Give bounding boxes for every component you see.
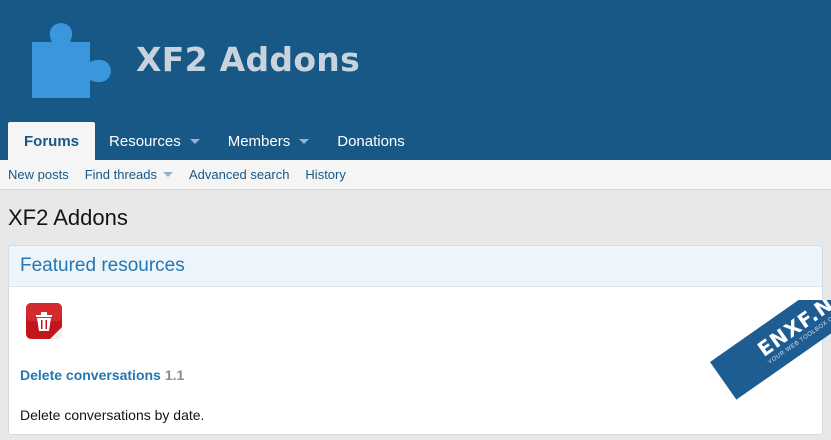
tab-donations[interactable]: Donations [323,122,419,160]
subnav-find-threads-label: Find threads [84,167,157,182]
main-nav: Forums Resources Members Donations [0,122,419,160]
subnav-advanced-search[interactable]: Advanced search [189,167,289,182]
resource-version: 1.1 [164,367,185,383]
chevron-down-icon[interactable] [162,172,173,177]
featured-resources-block: Featured resources Delete conversations 1… [8,245,823,435]
subnav-history-label: History [305,167,346,182]
resource-description: Delete conversations by date. [20,407,205,423]
site-logo-text[interactable]: XF2 Addons [136,40,360,79]
featured-resources-heading-label: Featured resources [20,255,185,276]
tab-members[interactable]: Members [214,122,324,160]
tab-donations-label: Donations [337,132,405,150]
trash-can-icon[interactable] [25,302,63,340]
tab-resources-label: Resources [109,132,181,150]
tab-members-label: Members [227,132,291,150]
sub-nav: New posts Find threads Advanced search H… [0,160,831,190]
subnav-new-posts-label: New posts [8,167,69,182]
chevron-down-icon[interactable] [299,138,310,144]
resource-title-link[interactable]: Delete conversations 1.1 [20,367,184,383]
page-title: XF2 Addons [8,205,128,230]
subnav-new-posts[interactable]: New posts [8,167,69,182]
resource-title: Delete conversations [20,367,161,383]
chevron-down-icon[interactable] [189,138,200,144]
site-header: XF2 Addons Forums Resources Members Dona… [0,0,831,160]
subnav-advanced-search-label: Advanced search [188,167,290,182]
tab-resources[interactable]: Resources [95,122,214,160]
subnav-history[interactable]: History [305,167,345,182]
subnav-find-threads[interactable]: Find threads [85,167,173,182]
featured-resources-heading[interactable]: Featured resources [9,246,822,287]
tab-forums-label: Forums [24,132,80,150]
tab-forums[interactable]: Forums [8,122,96,160]
puzzle-piece-icon[interactable] [28,20,118,100]
